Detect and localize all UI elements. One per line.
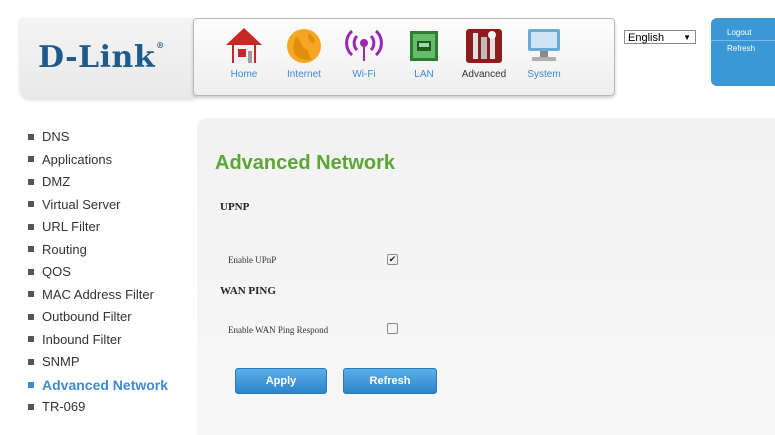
side-button-panel: Logout Refresh [711, 18, 775, 86]
sidebar-item-routing[interactable]: Routing [28, 242, 168, 266]
bullet-icon [28, 291, 34, 298]
bullet-icon [28, 178, 34, 185]
page-title: Advanced Network [215, 152, 396, 174]
nav-lan[interactable]: LAN [394, 25, 454, 80]
bullet-icon [28, 223, 34, 230]
sidebar-item-qos[interactable]: QOS [28, 265, 168, 288]
section-heading-upnp: UPNP [220, 201, 250, 213]
sidebar-item-outbound-filter[interactable]: Outbound Filter [28, 310, 168, 333]
bullet-icon [28, 133, 34, 140]
sidebar-item-applications[interactable]: Applications [28, 152, 168, 176]
nav-system-label: System [527, 69, 561, 80]
top-strip [0, 0, 775, 8]
nav-advanced[interactable]: Advanced [454, 25, 514, 80]
bullet-icon [28, 336, 34, 343]
bullet-icon [28, 381, 34, 388]
refresh-link[interactable]: Refresh [711, 44, 775, 53]
sidebar-item-url-filter[interactable]: URL Filter [28, 220, 168, 243]
bullet-icon [28, 313, 34, 320]
nav-lan-label: LAN [414, 69, 434, 80]
top-nav: Home Internet Wi-Fi LAN Advanced System [193, 18, 615, 96]
bullet-icon [28, 358, 34, 365]
sidebar-item-virtual-server[interactable]: Virtual Server [28, 197, 168, 221]
tools-icon [464, 25, 504, 67]
section-heading-wan-ping: WAN PING [220, 285, 276, 297]
sidebar-item-tr-069[interactable]: TR-069 [28, 400, 168, 423]
home-icon [224, 25, 264, 67]
sidebar-item-dns[interactable]: DNS [28, 130, 168, 153]
sidebar-item-dmz[interactable]: DMZ [28, 175, 168, 198]
bullet-icon [28, 201, 34, 208]
sidebar-item-inbound-filter[interactable]: Inbound Filter [28, 332, 168, 356]
enable-upnp-label: Enable UPnP [228, 255, 277, 265]
chevron-down-icon: ▼ [683, 33, 691, 42]
sidebar-item-snmp[interactable]: SNMP [28, 355, 168, 378]
bullet-icon [28, 156, 34, 163]
logout-button[interactable]: Logout [711, 28, 775, 37]
language-value: English [628, 32, 665, 44]
sidebar-menu: DNS Applications DMZ Virtual Server URL … [28, 130, 168, 423]
nav-advanced-label: Advanced [461, 69, 507, 80]
sidebar-item-advanced-network[interactable]: Advanced Network [28, 378, 168, 401]
lan-port-icon [404, 25, 444, 67]
enable-upnp-checkbox[interactable]: ✔ [387, 254, 398, 265]
nav-internet[interactable]: Internet [274, 25, 334, 80]
globe-icon [284, 25, 324, 67]
nav-wifi[interactable]: Wi-Fi [334, 25, 394, 80]
monitor-icon [524, 25, 564, 67]
sidebar-item-mac-address-filter[interactable]: MAC Address Filter [28, 287, 168, 311]
apply-button[interactable]: Apply [235, 368, 327, 394]
refresh-button[interactable]: Refresh [343, 368, 437, 394]
nav-wifi-label: Wi-Fi [352, 69, 376, 80]
enable-wan-ping-checkbox[interactable] [387, 323, 398, 334]
bullet-icon [28, 268, 34, 275]
bullet-icon [28, 246, 34, 253]
nav-home-label: Home [230, 69, 258, 80]
nav-home[interactable]: Home [214, 25, 274, 80]
dlink-logo: D-Link® [38, 40, 165, 75]
language-select[interactable]: English ▼ [624, 30, 696, 44]
enable-wan-ping-label: Enable WAN Ping Respond [228, 325, 329, 335]
nav-system[interactable]: System [514, 25, 574, 80]
nav-internet-label: Internet [287, 69, 321, 80]
wifi-signal-icon [344, 25, 384, 67]
divider [711, 40, 775, 41]
bullet-icon [28, 403, 34, 410]
